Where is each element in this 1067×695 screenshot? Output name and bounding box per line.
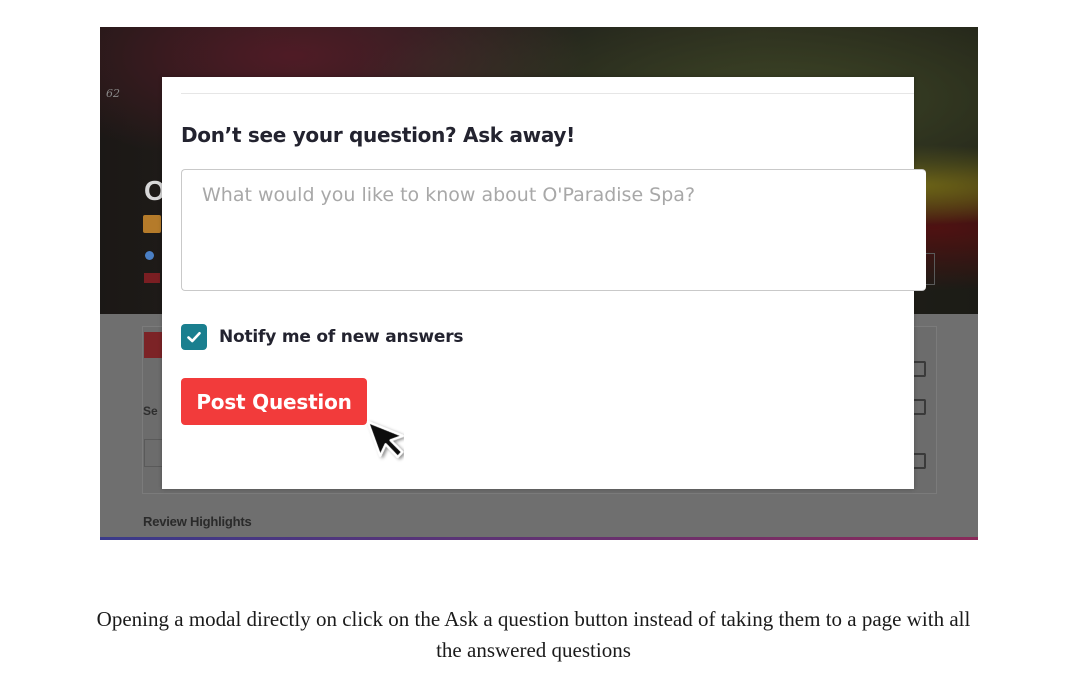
- screenshot-figure: 62 O Se Review Highlights Don’t see your…: [100, 27, 978, 540]
- notify-option[interactable]: Notify me of new answers: [181, 324, 464, 350]
- caption-line-1: Opening a modal directly on click on the…: [96, 607, 971, 631]
- notify-checkbox[interactable]: [181, 324, 207, 350]
- caption-line-2: the answered questions: [436, 638, 631, 662]
- status-label: [144, 273, 160, 283]
- document-page: 62 O Se Review Highlights Don’t see your…: [0, 0, 1067, 695]
- checkmark-icon: [187, 331, 201, 343]
- photo-number: 62: [106, 87, 120, 100]
- search-field: [144, 439, 163, 467]
- post-question-button[interactable]: Post Question: [181, 378, 367, 425]
- business-title-initial: O: [144, 175, 166, 206]
- ask-question-modal: Don’t see your question? Ask away! Notif…: [162, 77, 926, 489]
- directions-icon: [912, 453, 926, 469]
- share-icon: [912, 361, 926, 377]
- modal-title: Don’t see your question? Ask away!: [181, 123, 575, 147]
- review-highlights-heading: Review Highlights: [143, 514, 252, 529]
- notify-label: Notify me of new answers: [219, 327, 464, 347]
- search-label: Se: [143, 404, 158, 418]
- bottom-accent-bar: [100, 537, 978, 540]
- save-icon: [912, 399, 926, 415]
- figure-caption: Opening a modal directly on click on the…: [0, 604, 1067, 666]
- write-review-button: [144, 332, 164, 358]
- arrow-pointer-icon: [366, 420, 404, 458]
- modal-divider: [181, 93, 914, 94]
- verified-icon: [145, 251, 154, 260]
- question-input[interactable]: [181, 169, 926, 291]
- rating-badge: [143, 215, 161, 233]
